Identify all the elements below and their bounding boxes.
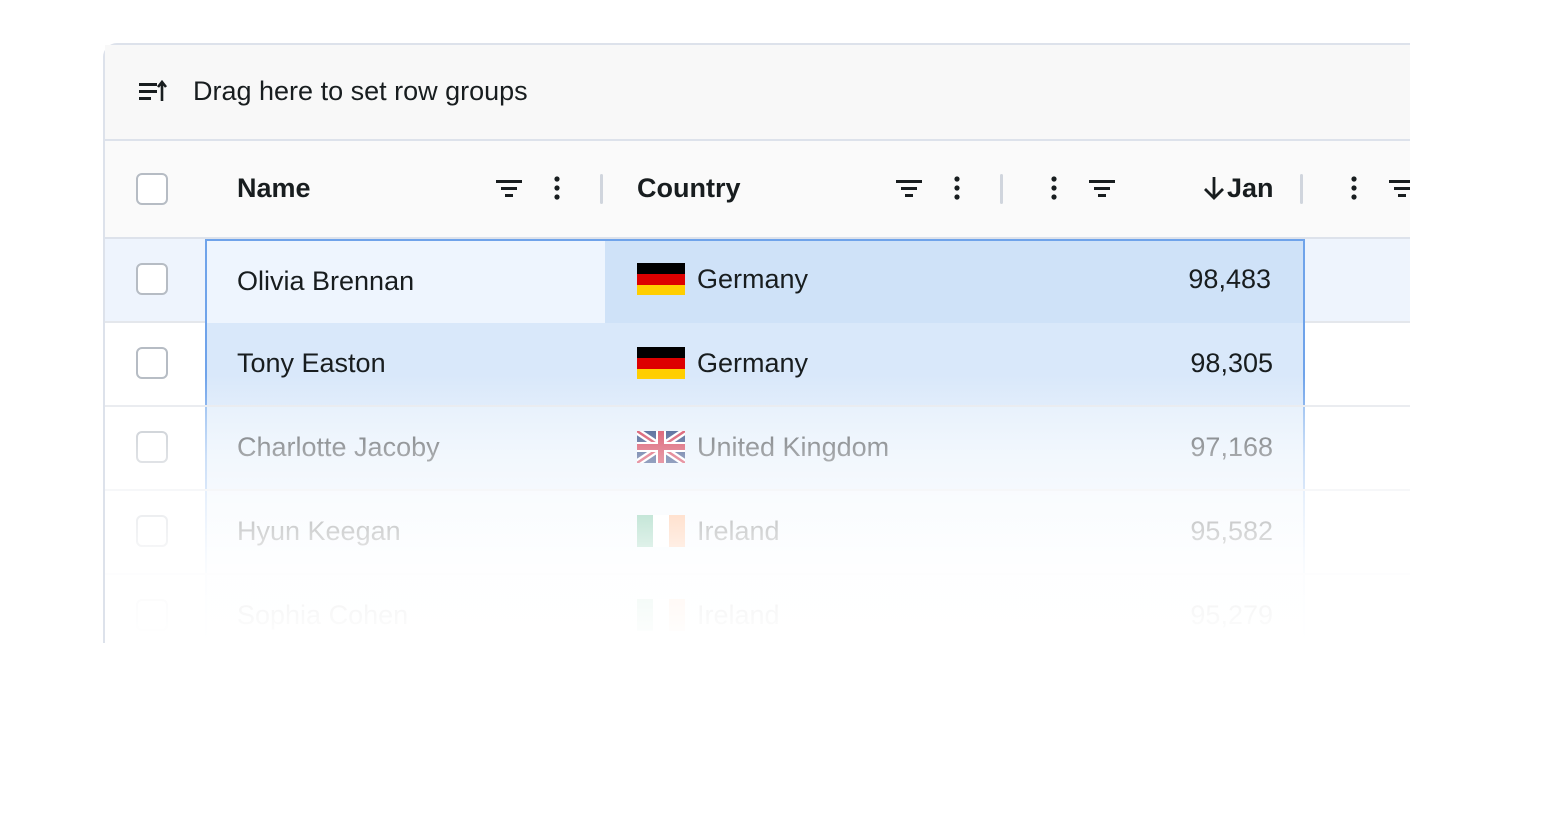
cell-name[interactable]: Olivia Brennan (205, 239, 605, 323)
cell-name-text: Hyun Keegan (237, 516, 401, 546)
row-checkbox[interactable] (136, 263, 168, 295)
flag-ireland-icon (637, 599, 685, 631)
table-row[interactable]: Tony Easton Germany 98,305 (105, 323, 1410, 407)
cell-country-text: Ireland (697, 516, 780, 546)
menu-icon[interactable] (543, 174, 571, 202)
cell-name-text: Tony Easton (237, 348, 386, 378)
cell-country[interactable]: Germany (605, 239, 1005, 323)
row-checkbox[interactable] (136, 431, 168, 463)
filter-icon[interactable] (1388, 174, 1410, 202)
header-next-column[interactable] (1305, 141, 1410, 237)
header-name-label: Name (237, 173, 311, 203)
row-group-panel[interactable]: Drag here to set row groups (105, 45, 1410, 141)
cell-country[interactable]: Germany (605, 323, 1005, 405)
cell-jan[interactable]: 97,168 (1005, 407, 1305, 489)
cell-country[interactable]: Ireland (605, 575, 1005, 643)
cell-name-text: Sophia Cohen (237, 600, 409, 630)
column-resize-handle[interactable] (1300, 174, 1303, 204)
menu-icon[interactable] (1340, 174, 1368, 202)
cell-jan[interactable]: 95,582 (1005, 491, 1305, 573)
cell-country[interactable]: United Kingdom (605, 407, 1005, 489)
row-checkbox[interactable] (136, 599, 168, 631)
data-grid: Drag here to set row groups Name Country… (103, 43, 1410, 643)
grid-viewport: Drag here to set row groups Name Country… (103, 43, 1410, 643)
header-jan[interactable]: Jan (1005, 141, 1305, 237)
header-country-label: Country (637, 173, 741, 203)
cell-jan[interactable]: 98,305 (1005, 323, 1305, 405)
table-row[interactable]: Hyun Keegan Ireland 95,582 (105, 491, 1410, 575)
cell-country-text: Germany (697, 348, 809, 378)
cell-jan-text: 98,483 (1188, 264, 1271, 294)
table-row[interactable]: Charlotte Jacoby United Kingdom 97,168 (105, 407, 1410, 491)
table-row[interactable]: Olivia Brennan Germany 98,483 (105, 239, 1410, 323)
cell-name[interactable]: Hyun Keegan (205, 491, 605, 573)
column-resize-handle[interactable] (600, 174, 603, 204)
row-checkbox[interactable] (136, 515, 168, 547)
cell-country-text: United Kingdom (697, 432, 890, 462)
cell-name-text: Olivia Brennan (237, 266, 415, 296)
cell-jan-text: 98,305 (1190, 348, 1273, 378)
filter-icon[interactable] (495, 174, 523, 202)
filter-icon[interactable] (1088, 174, 1116, 202)
cell-name[interactable]: Charlotte Jacoby (205, 407, 605, 489)
menu-icon[interactable] (943, 174, 971, 202)
header-row: Name Country Jan (105, 141, 1410, 239)
cell-name[interactable]: Sophia Cohen (205, 575, 605, 643)
cell-name-text: Charlotte Jacoby (237, 432, 440, 462)
flag-germany-icon (637, 347, 685, 379)
row-group-placeholder: Drag here to set row groups (193, 76, 528, 106)
cell-jan[interactable]: 95,279 (1005, 575, 1305, 643)
select-all-checkbox[interactable] (136, 173, 168, 205)
cell-jan-text: 97,168 (1190, 432, 1273, 462)
table-row[interactable]: Sophia Cohen Ireland 95,279 (105, 575, 1410, 643)
row-checkbox[interactable] (136, 347, 168, 379)
cell-jan-text: 95,279 (1190, 600, 1273, 630)
filter-icon[interactable] (895, 174, 923, 202)
cell-jan[interactable]: 98,483 (1005, 239, 1305, 323)
cell-name[interactable]: Tony Easton (205, 323, 605, 405)
cell-country-text: Germany (697, 264, 809, 294)
header-jan-label: Jan (1227, 173, 1274, 203)
flag-united-kingdom-icon (637, 431, 685, 463)
menu-icon[interactable] (1040, 174, 1068, 202)
flag-germany-icon (637, 263, 685, 295)
column-resize-handle[interactable] (1000, 174, 1003, 204)
cell-country[interactable]: Ireland (605, 491, 1005, 573)
cell-jan-text: 95,582 (1190, 516, 1273, 546)
row-group-icon (139, 79, 168, 101)
sort-descending-icon (1204, 177, 1224, 200)
header-country[interactable]: Country (605, 141, 1005, 237)
cell-country-text: Ireland (697, 600, 780, 630)
header-name[interactable]: Name (205, 141, 605, 237)
flag-ireland-icon (637, 515, 685, 547)
